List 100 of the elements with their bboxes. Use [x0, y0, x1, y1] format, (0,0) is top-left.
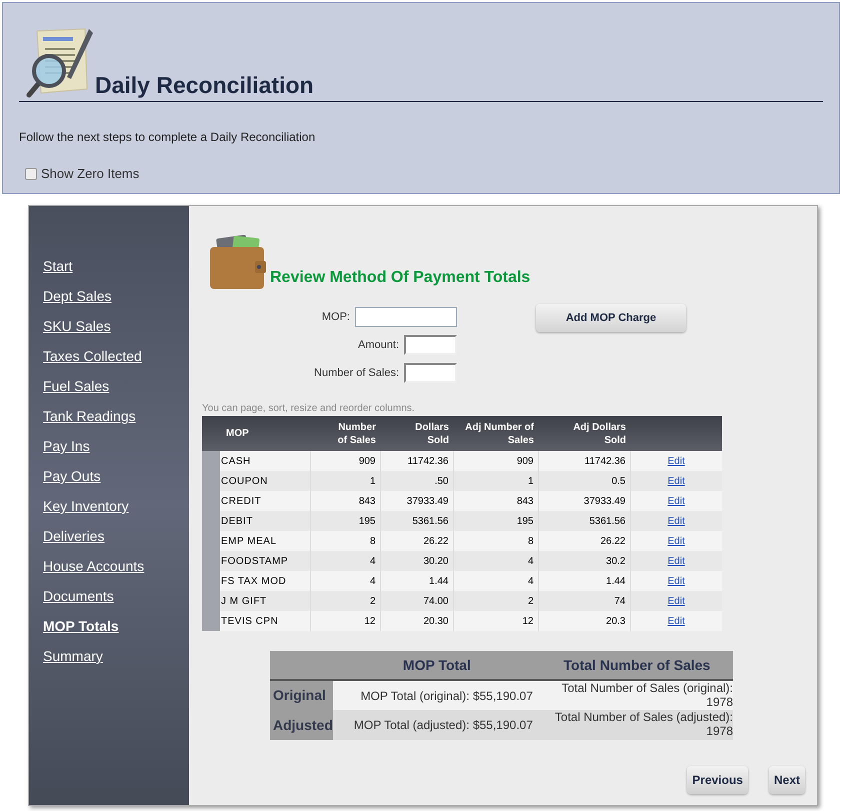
column-header[interactable]: Dollars Sold — [380, 416, 453, 451]
edit-link[interactable]: Edit — [668, 536, 685, 546]
show-zero-label: Show Zero Items — [41, 165, 140, 183]
table-cell: 30.20 — [380, 551, 453, 571]
row-marker — [202, 451, 220, 471]
column-header[interactable]: MOP — [220, 416, 310, 451]
table-cell: 30.2 — [538, 551, 630, 571]
input-field[interactable] — [404, 363, 457, 383]
table-cell: 20.3 — [538, 611, 630, 631]
table-cell: 4 — [453, 571, 538, 591]
field-label: Amount: — [358, 338, 399, 353]
edit-link[interactable]: Edit — [668, 616, 685, 626]
sidebar-link[interactable]: Taxes Collected — [43, 347, 142, 365]
table-cell: 0.5 — [538, 471, 630, 491]
table-cell: 74 — [538, 591, 630, 611]
edit-link[interactable]: Edit — [668, 556, 685, 566]
table-cell: 2 — [453, 591, 538, 611]
table-cell: 195 — [310, 511, 380, 531]
table-cell: 909 — [453, 451, 538, 471]
field-label: MOP: — [322, 310, 350, 325]
show-zero-checkbox[interactable] — [25, 168, 37, 180]
sidebar-link[interactable]: Start — [43, 257, 73, 275]
table-cell: 1.44 — [538, 571, 630, 591]
edit-link[interactable]: Edit — [668, 456, 685, 466]
table-cell: 26.22 — [538, 531, 630, 551]
sidebar-link[interactable]: Fuel Sales — [43, 377, 110, 395]
previous-button[interactable]: Previous — [687, 766, 748, 794]
table-cell: Total Number of Sales (original): 1978 — [540, 680, 733, 710]
sidebar-link[interactable]: Documents — [43, 587, 114, 605]
next-button[interactable]: Next — [768, 766, 805, 794]
add-mop-charge-button[interactable]: Add MOP Charge — [536, 304, 686, 332]
column-header[interactable]: Adj Number of Sales — [453, 416, 538, 451]
sidebar-link[interactable]: Pay Outs — [43, 467, 101, 485]
header-cell — [202, 416, 220, 451]
table-cell: 1 — [310, 471, 380, 491]
sidebar-link[interactable]: SKU Sales — [43, 317, 111, 335]
table-cell: 2 — [310, 591, 380, 611]
edit-link[interactable]: Edit — [668, 596, 685, 606]
input-field[interactable] — [355, 307, 457, 327]
table-cell: 1 — [453, 471, 538, 491]
table-cell: 12 — [453, 611, 538, 631]
table-cell: Total Number of Sales (adjusted): 1978 — [540, 710, 733, 740]
table-cell: MOP Total (adjusted): $55,190.07 — [332, 710, 541, 740]
table-cell: .50 — [380, 471, 453, 491]
column-header[interactable]: Adj Dollars Sold — [538, 416, 630, 451]
table-cell: 843 — [310, 491, 380, 511]
sidebar-link[interactable]: MOP Totals — [43, 617, 119, 635]
input-field[interactable] — [404, 335, 457, 355]
table-cell: 37933.49 — [380, 491, 453, 511]
table-cell: MOP Total (original): $55,190.07 — [332, 680, 541, 710]
table-cell: 11742.36 — [538, 451, 630, 471]
table-cell: EMP MEAL — [220, 531, 310, 551]
column-header[interactable]: Number of Sales — [310, 416, 380, 451]
section-title: Review Method Of Payment Totals — [270, 268, 530, 288]
row-marker — [202, 611, 220, 631]
table-cell: TEVIS CPN — [220, 611, 310, 631]
table-cell: 26.22 — [380, 531, 453, 551]
sidebar-link[interactable]: Summary — [43, 647, 103, 665]
table-cell: 37933.49 — [538, 491, 630, 511]
instructions-text: Follow the next steps to complete a Daily Reconciliation — [19, 129, 316, 146]
field-label: Number of Sales: — [314, 366, 399, 381]
table-hint: You can page, sort, resize and reorder columns. — [202, 403, 416, 415]
sidebar-link[interactable]: Tank Readings — [43, 407, 136, 425]
table-cell: 8 — [453, 531, 538, 551]
table-cell: CREDIT — [220, 491, 310, 511]
edit-link[interactable]: Edit — [668, 576, 685, 586]
sidebar-link[interactable]: Pay Ins — [43, 437, 90, 455]
edit-link[interactable]: Edit — [668, 516, 685, 526]
edit-link[interactable]: Edit — [668, 496, 685, 506]
table-cell: 843 — [453, 491, 538, 511]
table-cell: COUPON — [220, 471, 310, 491]
table-cell: 11742.36 — [380, 451, 453, 471]
table-cell: 4 — [310, 551, 380, 571]
page-title: Daily Reconciliation — [95, 74, 314, 97]
column-header: MOP Total — [402, 656, 471, 672]
table-cell: 4 — [310, 571, 380, 591]
column-header: Total Number of Sales — [564, 656, 710, 672]
table-cell: J M GIFT — [220, 591, 310, 611]
edit-link[interactable]: Edit — [668, 476, 685, 486]
table-cell: FOODSTAMP — [220, 551, 310, 571]
table-cell: 909 — [310, 451, 380, 471]
table-cell: 5361.56 — [380, 511, 453, 531]
table-cell: DEBIT — [220, 511, 310, 531]
table-cell: 74.00 — [380, 591, 453, 611]
table-cell: 1.44 — [380, 571, 453, 591]
table-cell: FS TAX MOD — [220, 571, 310, 591]
table-cell: 8 — [310, 531, 380, 551]
table-cell: 195 — [453, 511, 538, 531]
sidebar-link[interactable]: House Accounts — [43, 557, 144, 575]
sidebar-link[interactable]: Dept Sales — [43, 287, 112, 305]
wallet-icon — [209, 235, 267, 291]
sidebar-link[interactable]: Deliveries — [43, 527, 104, 545]
row-header: Original — [270, 680, 333, 710]
table-cell: 5361.56 — [538, 511, 630, 531]
table-cell: 12 — [310, 611, 380, 631]
table-cell: 20.30 — [380, 611, 453, 631]
sidebar-link[interactable]: Key Inventory — [43, 497, 129, 515]
table-cell: CASH — [220, 451, 310, 471]
row-header: Adjusted — [270, 710, 333, 740]
table-cell: 4 — [453, 551, 538, 571]
